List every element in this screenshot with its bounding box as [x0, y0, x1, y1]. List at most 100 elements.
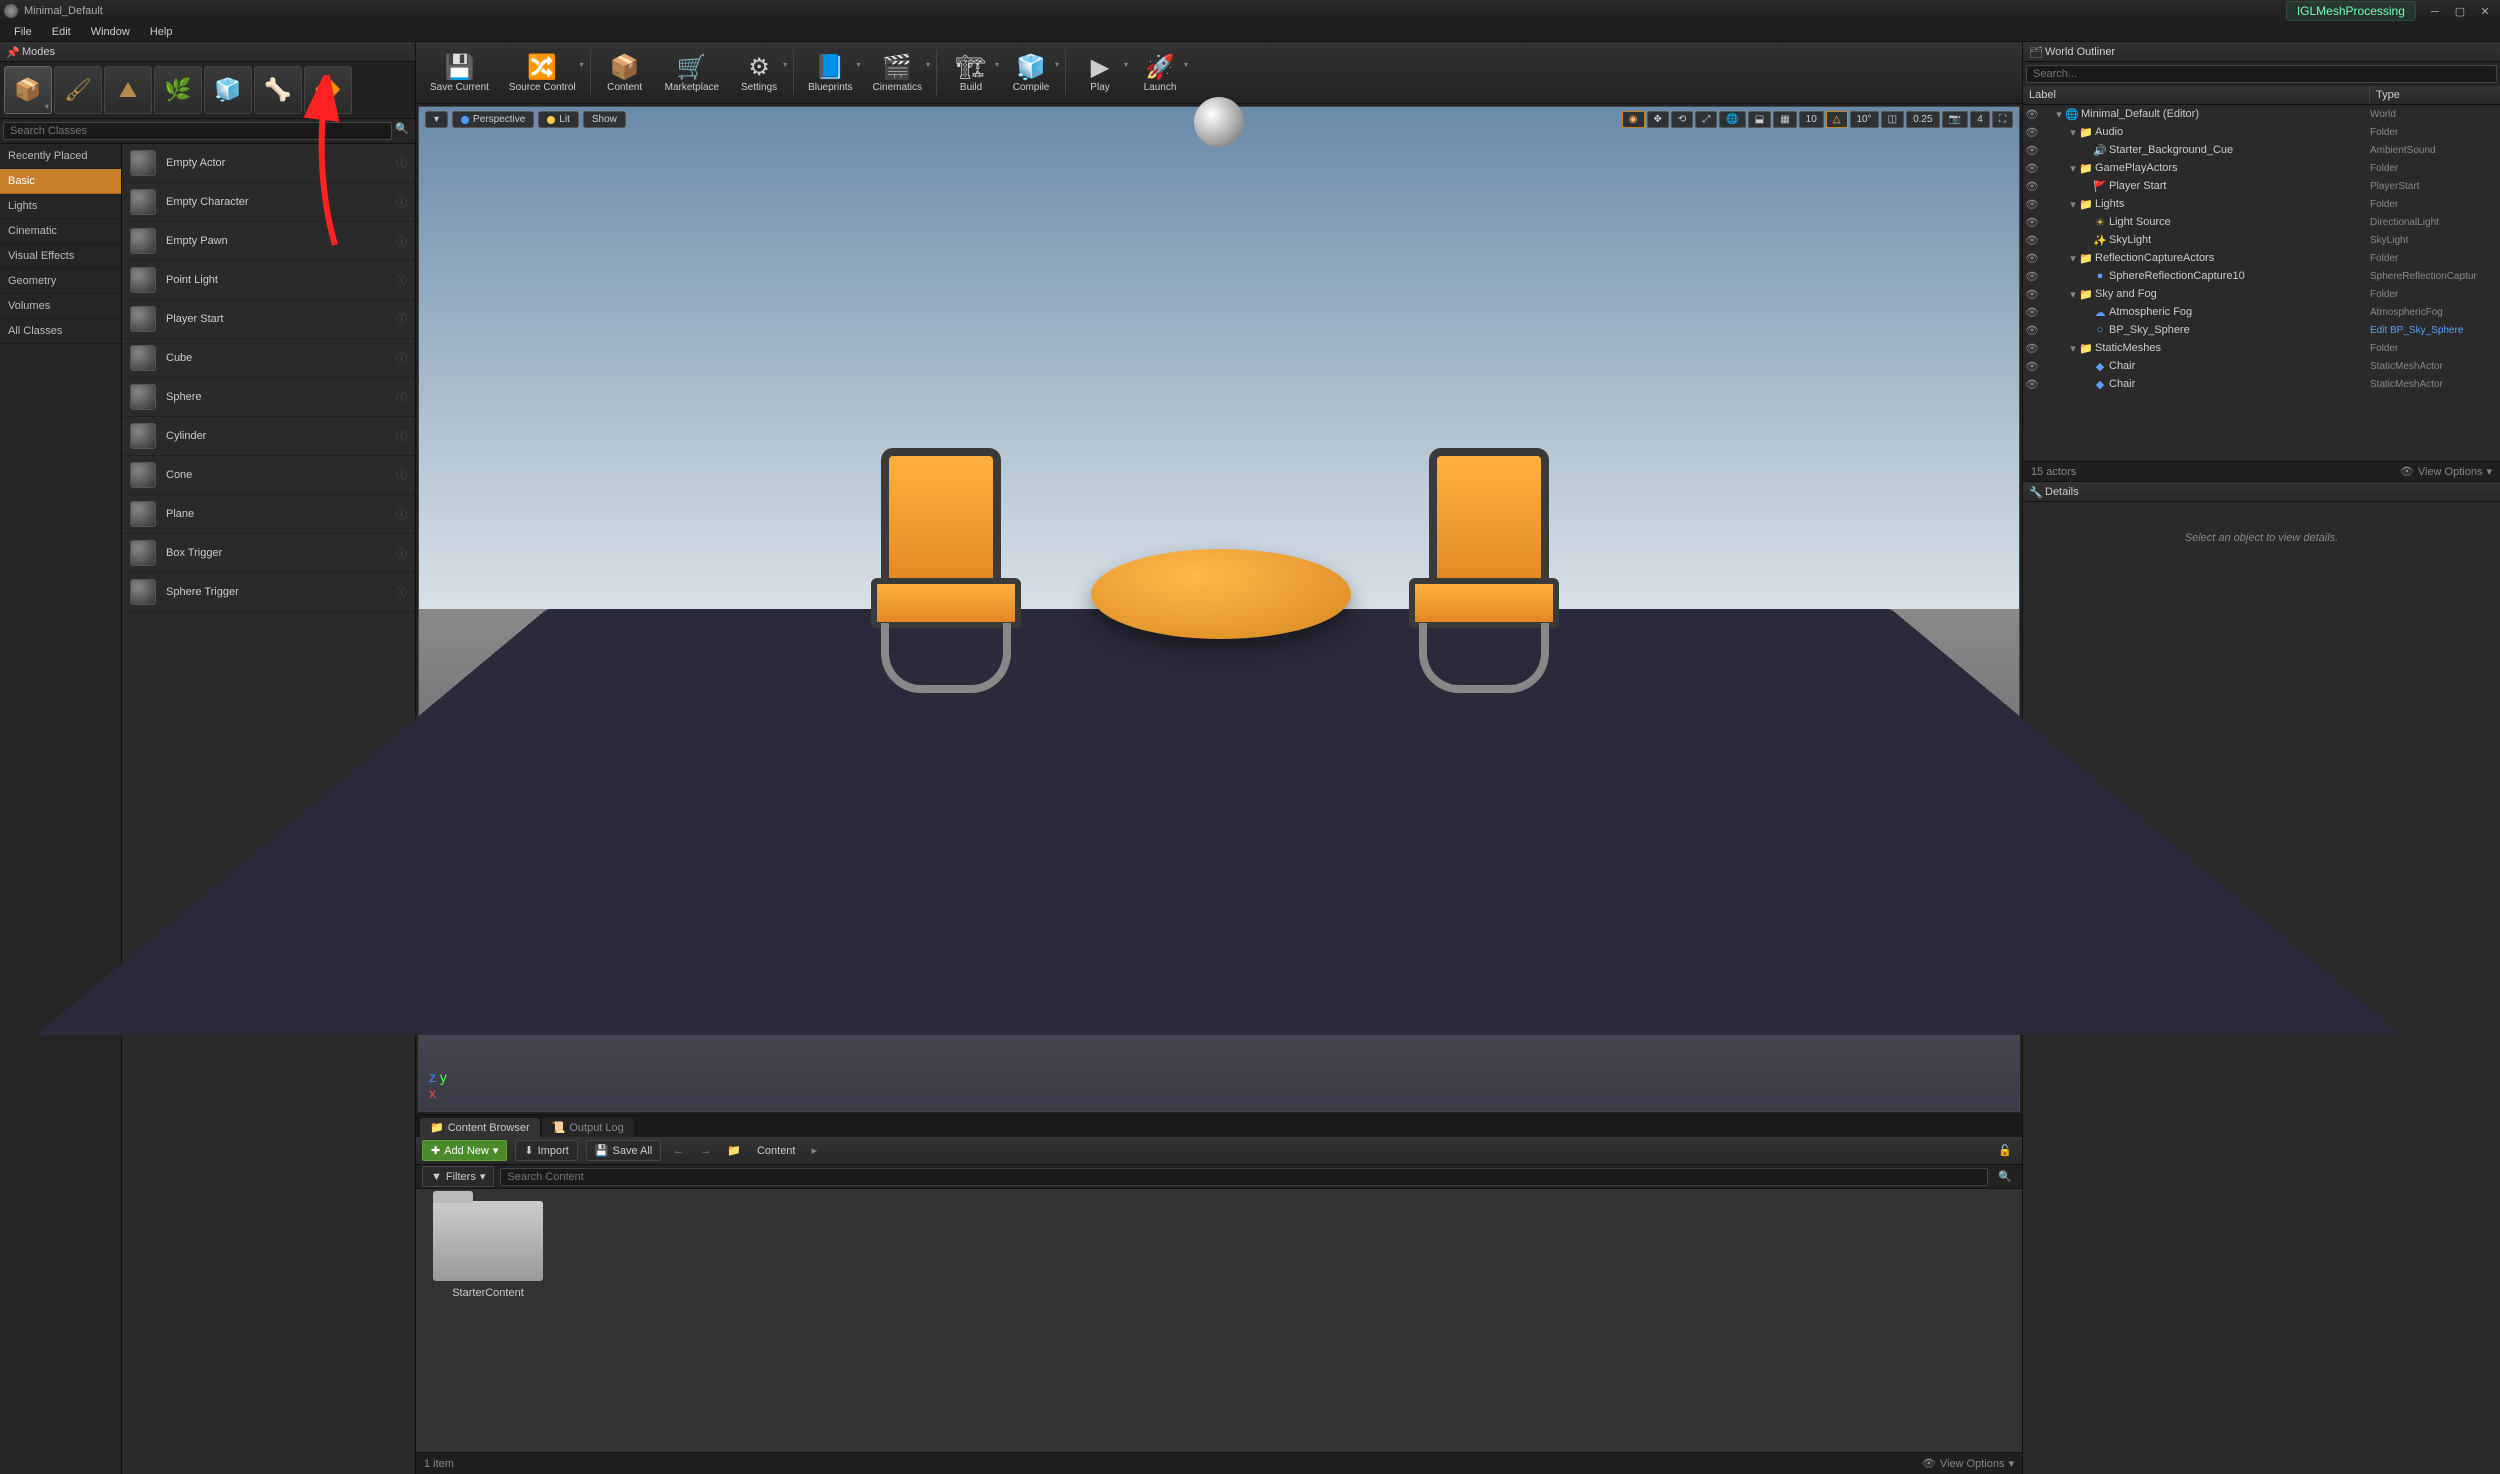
visibility-toggle-icon[interactable]: 👁 [2023, 288, 2041, 301]
breadcrumb-chevron-icon[interactable]: ▸ [807, 1144, 821, 1157]
import-button[interactable]: ⬇ Import [515, 1140, 577, 1161]
category-recently-placed[interactable]: Recently Placed [0, 144, 121, 169]
transform-translate-button[interactable]: ✥ [1647, 111, 1669, 128]
toolbar-compile-button[interactable]: 🧊Compile▾ [1001, 42, 1061, 103]
tree-row[interactable]: 👁▾📁StaticMeshesFolder [2023, 339, 2500, 357]
scale-snap-value[interactable]: 0.25 [1906, 111, 1939, 128]
place-item-sphere[interactable]: Sphereⓘ [122, 378, 415, 417]
coord-space-button[interactable]: 🌐 [1719, 111, 1745, 128]
expand-icon[interactable]: ▾ [2067, 126, 2079, 139]
outliner-search-input[interactable] [2026, 65, 2497, 83]
tree-row[interactable]: 👁✨SkyLightSkyLight [2023, 231, 2500, 249]
filters-button[interactable]: ▼ Filters ▾ [422, 1166, 494, 1187]
toolbar-play-button[interactable]: ▶Play▾ [1070, 42, 1130, 103]
plugin-badge[interactable]: IGLMeshProcessing [2286, 1, 2416, 21]
toolbar-settings-button[interactable]: ⚙Settings▾ [729, 42, 789, 103]
place-item-cone[interactable]: Coneⓘ [122, 456, 415, 495]
viewport-perspective-button[interactable]: Perspective [452, 111, 534, 128]
info-icon[interactable]: ⓘ [396, 233, 407, 249]
tree-row[interactable]: 👁☁Atmospheric FogAtmosphericFog [2023, 303, 2500, 321]
expand-icon[interactable]: ▾ [2067, 342, 2079, 355]
transform-select-button[interactable]: ◉ [1622, 111, 1645, 128]
tree-row[interactable]: 👁▾📁ReflectionCaptureActorsFolder [2023, 249, 2500, 267]
visibility-toggle-icon[interactable]: 👁 [2023, 306, 2041, 319]
toolbar-build-button[interactable]: 🏗Build▾ [941, 42, 1001, 103]
scale-snap-toggle[interactable]: ◫ [1881, 111, 1904, 128]
mode-tab-mesh[interactable]: 🦴 [254, 66, 302, 114]
mode-tab-landscape[interactable]: ⛰ [104, 66, 152, 114]
toolbar-cinematics-button[interactable]: 🎬Cinematics▾ [863, 42, 932, 103]
viewport-scene[interactable]: z yx [419, 107, 2019, 1111]
transform-scale-button[interactable]: ⤢ [1695, 111, 1717, 128]
outliner-view-options-button[interactable]: 👁 View Options ▾ [2400, 465, 2492, 478]
dropdown-caret-icon[interactable]: ▾ [580, 60, 584, 69]
dropdown-caret-icon[interactable]: ▾ [783, 60, 787, 69]
place-item-empty-actor[interactable]: Empty Actorⓘ [122, 144, 415, 183]
outliner-tree[interactable]: 👁▾🌐Minimal_Default (Editor)World👁▾📁Audio… [2023, 105, 2500, 461]
tree-row[interactable]: 👁🚩Player StartPlayerStart [2023, 177, 2500, 195]
info-icon[interactable]: ⓘ [396, 272, 407, 288]
expand-icon[interactable]: ▾ [2067, 162, 2079, 175]
angle-snap-value[interactable]: 10° [1850, 111, 1879, 128]
viewport-menu-button[interactable]: ▾ [425, 111, 448, 128]
mode-tab-brush[interactable]: 🧊 [204, 66, 252, 114]
info-icon[interactable]: ⓘ [396, 350, 407, 366]
search-content-input[interactable] [500, 1168, 1988, 1186]
toolbar-launch-button[interactable]: 🚀Launch▾ [1130, 42, 1190, 103]
minimize-button[interactable]: ─ [2424, 6, 2446, 18]
outliner-col-label[interactable]: Label [2023, 86, 2370, 104]
expand-icon[interactable]: ▾ [2067, 198, 2079, 211]
category-visual-effects[interactable]: Visual Effects [0, 244, 121, 269]
toolbar-save-current-button[interactable]: 💾Save Current [420, 42, 499, 103]
viewport-lit-button[interactable]: Lit [538, 111, 579, 128]
grid-snap-toggle[interactable]: ▦ [1773, 111, 1796, 128]
toolbar-blueprints-button[interactable]: 📘Blueprints▾ [798, 42, 862, 103]
folder-item[interactable]: StarterContent [428, 1201, 548, 1299]
tree-row[interactable]: 👁▾📁Sky and FogFolder [2023, 285, 2500, 303]
angle-snap-toggle[interactable]: △ [1826, 111, 1848, 128]
tree-row[interactable]: 👁🔊Starter_Background_CueAmbientSound [2023, 141, 2500, 159]
nav-forward-button[interactable]: → [696, 1145, 715, 1157]
tree-row[interactable]: 👁▾🌐Minimal_Default (Editor)World [2023, 105, 2500, 123]
camera-speed-icon[interactable]: 📷 [1942, 111, 1968, 128]
category-volumes[interactable]: Volumes [0, 294, 121, 319]
expand-icon[interactable]: ▾ [2053, 108, 2065, 121]
place-item-point-light[interactable]: Point Lightⓘ [122, 261, 415, 300]
dropdown-caret-icon[interactable]: ▾ [926, 60, 930, 69]
menu-help[interactable]: Help [140, 24, 183, 40]
category-basic[interactable]: Basic [0, 169, 121, 194]
tree-row[interactable]: 👁◆ChairStaticMeshActor [2023, 357, 2500, 375]
menu-window[interactable]: Window [81, 24, 140, 40]
visibility-toggle-icon[interactable]: 👁 [2023, 144, 2041, 157]
viewport-maximize-button[interactable]: ⛶ [1992, 111, 2013, 128]
nav-back-button[interactable]: ← [669, 1145, 688, 1157]
place-item-empty-pawn[interactable]: Empty Pawnⓘ [122, 222, 415, 261]
tree-row[interactable]: 👁●SphereReflectionCapture10SphereReflect… [2023, 267, 2500, 285]
place-item-plane[interactable]: Planeⓘ [122, 495, 415, 534]
info-icon[interactable]: ⓘ [396, 155, 407, 171]
visibility-toggle-icon[interactable]: 👁 [2023, 162, 2041, 175]
toolbar-source-control-button[interactable]: 🔀Source Control▾ [499, 42, 586, 103]
info-icon[interactable]: ⓘ [396, 584, 407, 600]
menu-edit[interactable]: Edit [42, 24, 81, 40]
tree-row[interactable]: 👁○BP_Sky_SphereEdit BP_Sky_Sphere [2023, 321, 2500, 339]
tab-content-browser[interactable]: 📁Content Browser [420, 1118, 540, 1137]
place-item-sphere-trigger[interactable]: Sphere Triggerⓘ [122, 573, 415, 612]
visibility-toggle-icon[interactable]: 👁 [2023, 324, 2041, 337]
visibility-toggle-icon[interactable]: 👁 [2023, 360, 2041, 373]
info-icon[interactable]: ⓘ [396, 428, 407, 444]
visibility-toggle-icon[interactable]: 👁 [2023, 378, 2041, 391]
search-icon[interactable]: 🔍 [392, 122, 412, 140]
expand-icon[interactable]: ▾ [2067, 288, 2079, 301]
mode-tab-geometry[interactable]: 🔶 [304, 66, 352, 114]
info-icon[interactable]: ⓘ [396, 311, 407, 327]
tree-row-type[interactable]: Edit BP_Sky_Sphere [2370, 325, 2500, 336]
close-button[interactable]: ✕ [2474, 5, 2496, 18]
mode-tab-paint[interactable]: 🖌 [54, 66, 102, 114]
toolbar-content-button[interactable]: 📦Content [595, 42, 655, 103]
toolbar-marketplace-button[interactable]: 🛒Marketplace [655, 42, 729, 103]
dropdown-caret-icon[interactable]: ▾ [857, 60, 861, 69]
lock-button[interactable]: 🔓 [1994, 1144, 2016, 1157]
place-item-cube[interactable]: Cubeⓘ [122, 339, 415, 378]
info-icon[interactable]: ⓘ [396, 389, 407, 405]
